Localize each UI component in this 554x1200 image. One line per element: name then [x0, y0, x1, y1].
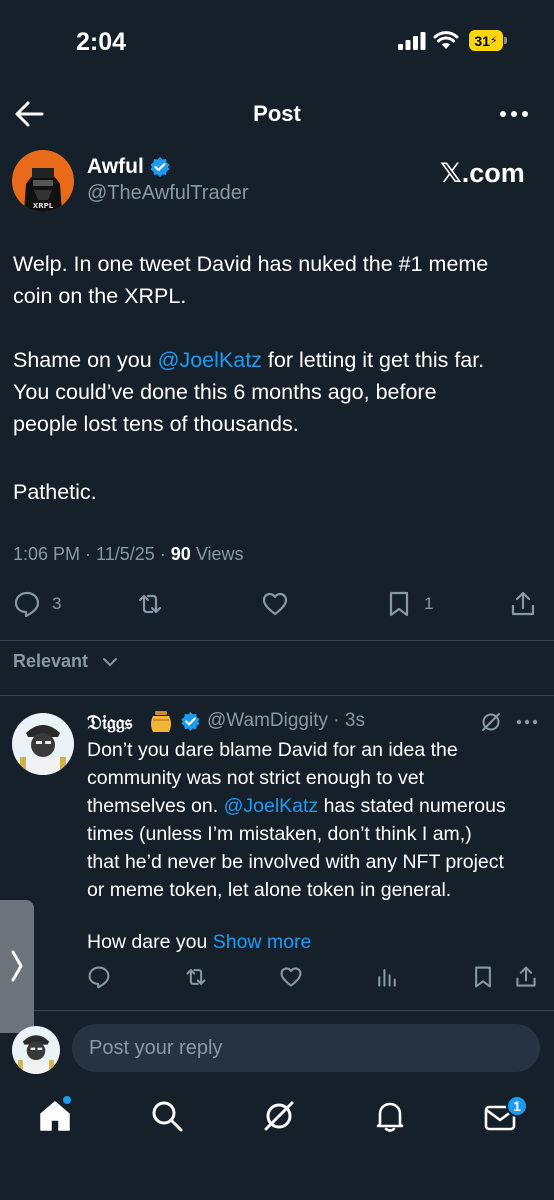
post-text: for letting it get this far.	[261, 348, 485, 372]
battery-icon: 31 ⚡	[469, 30, 509, 51]
reply-text-line: themselves on. @JoelKatz has stated nume…	[87, 792, 547, 820]
analytics-icon[interactable]	[375, 965, 399, 989]
reply-text: themselves on.	[87, 795, 219, 817]
share-icon[interactable]	[509, 590, 537, 618]
heart-icon[interactable]	[261, 590, 289, 618]
repost-icon[interactable]	[184, 965, 208, 989]
divider	[0, 1010, 554, 1011]
mention-link[interactable]: @JoelKatz	[224, 795, 319, 817]
author-avatar[interactable]: XRPL	[12, 150, 74, 212]
heart-icon[interactable]	[279, 965, 303, 989]
reply-text: How dare you	[87, 931, 213, 953]
reply-text-line: Don’t you dare blame David for an idea t…	[87, 739, 458, 761]
post-text-line: Pathetic.	[13, 480, 97, 504]
post-text-line: Welp. In one tweet David has nuked the #…	[13, 252, 489, 276]
author-name[interactable]: Awful	[87, 155, 144, 179]
post-meta: 1:06 PM · 11/5/25 · 90 Views	[13, 544, 244, 564]
divider	[0, 695, 554, 696]
source-label: 𝕏.com	[440, 158, 525, 188]
verified-badge-icon	[181, 711, 200, 732]
cellular-signal-icon	[398, 32, 426, 50]
divider	[0, 640, 554, 641]
reply-author-name[interactable]: 𝔇𝔦𝔤𝔤𝔰	[87, 710, 132, 734]
bookmark-count: 1	[424, 594, 434, 613]
reply-text-line: that he’d never be involved with any NFT…	[87, 851, 504, 873]
views-count[interactable]: 90	[171, 544, 191, 564]
post-text-line: people lost tens of thousands.	[13, 412, 299, 436]
home-notification-dot	[63, 1096, 71, 1104]
grok-icon[interactable]	[480, 711, 502, 733]
reply-input[interactable]	[72, 1024, 540, 1072]
battery-level: 31	[474, 32, 490, 49]
reply-icon[interactable]	[13, 590, 41, 618]
post-text-line: Shame on you @JoelKatz for letting it ge…	[13, 344, 543, 376]
home-icon[interactable]	[38, 1099, 72, 1133]
reply-text: has stated numerous	[318, 795, 506, 817]
wifi-icon	[433, 31, 459, 49]
page-title: Post	[253, 101, 301, 126]
verified-badge-icon	[150, 157, 170, 177]
reply-text-line: times (unless I’m mistaken, don’t think …	[87, 823, 472, 845]
status-time: 2:04	[76, 28, 127, 56]
messages-badge: 1	[506, 1095, 528, 1117]
repost-icon[interactable]	[136, 590, 164, 618]
mention-link[interactable]: @JoelKatz	[158, 348, 262, 372]
my-avatar[interactable]	[12, 1026, 60, 1074]
reply-sort-dropdown[interactable]: Relevant	[13, 651, 88, 672]
search-icon[interactable]	[150, 1099, 184, 1133]
reply-count: 3	[52, 594, 62, 613]
post-date: 11/5/25	[96, 544, 155, 564]
more-icon[interactable]	[498, 104, 530, 124]
svg-text:XRPL: XRPL	[33, 202, 54, 210]
post-text-line: coin on the XRPL.	[13, 284, 187, 308]
reply-text-line: How dare you Show more	[87, 928, 547, 956]
reply-text-line: or meme token, let alone token in genera…	[87, 879, 452, 901]
reply-avatar[interactable]	[12, 713, 74, 775]
post-time: 1:06 PM	[13, 544, 81, 564]
reply-icon[interactable]	[87, 965, 111, 989]
show-more-link[interactable]: Show more	[213, 931, 312, 953]
chevron-right-icon[interactable]	[9, 949, 25, 983]
bell-icon[interactable]	[373, 1099, 407, 1133]
reply-author-handle[interactable]: @WamDiggity · 3s	[207, 710, 365, 732]
chevron-down-icon[interactable]	[102, 656, 118, 668]
post-text-line: You could’ve done this 6 months ago, bef…	[13, 380, 437, 404]
author-handle[interactable]: @TheAwfulTrader	[87, 182, 248, 205]
post-text: Shame on you	[13, 348, 158, 372]
reply-text-line: community was not strict enough to vet	[87, 767, 425, 789]
grok-icon[interactable]	[262, 1099, 296, 1133]
bookmark-icon[interactable]	[471, 965, 495, 989]
bookmark-icon[interactable]	[385, 590, 413, 618]
more-icon[interactable]	[515, 717, 539, 727]
share-icon[interactable]	[514, 965, 538, 989]
views-label: Views	[195, 544, 244, 564]
honey-pot-icon	[151, 711, 171, 732]
